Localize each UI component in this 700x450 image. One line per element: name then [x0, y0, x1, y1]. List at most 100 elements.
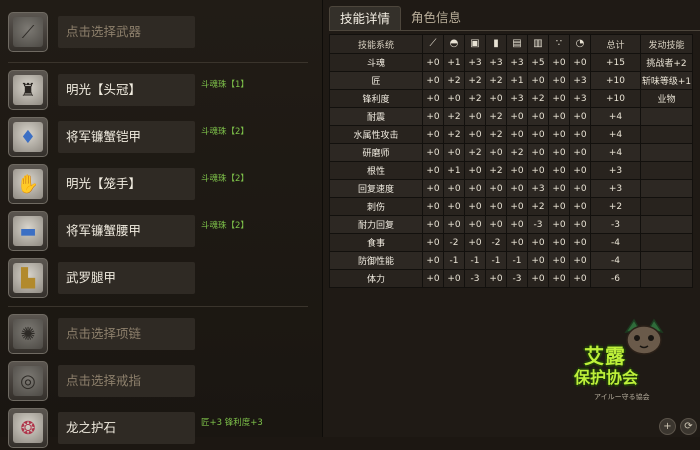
chest-armor-icon[interactable]: ♦	[8, 117, 48, 157]
skill-point-cell: -3	[527, 215, 549, 234]
header-total: 总计	[590, 34, 641, 54]
skill-point-cell: +0	[464, 215, 486, 234]
ring-empty-icon[interactable]: ◎	[8, 361, 48, 401]
skill-point-cell: +0	[464, 161, 486, 180]
waist-slot[interactable]: ▬ 将军镰蟹腰甲 斗魂珠【2】	[8, 211, 318, 253]
waist-armor-icon[interactable]: ▬	[8, 211, 48, 251]
chest-slot-label[interactable]: 将军镰蟹铠甲	[58, 121, 195, 153]
skill-point-cell: +0	[548, 251, 570, 270]
activated-skill-cell	[640, 251, 693, 270]
skill-point-cell: +3	[569, 71, 591, 90]
table-row: 回复速度 +0 +0 +0 +0 +0 +3 +0 +0 +3	[329, 179, 693, 198]
skill-total-cell: +4	[590, 143, 641, 162]
skill-point-cell: +0	[422, 53, 444, 72]
skill-point-cell: +0	[485, 215, 507, 234]
leg-armor-icon[interactable]: ▙	[8, 258, 48, 298]
skill-point-cell: +3	[485, 53, 507, 72]
skill-point-cell: +0	[569, 161, 591, 180]
necklace-empty-icon[interactable]: ✺	[8, 314, 48, 354]
skill-point-cell: +2	[464, 89, 486, 108]
tab-bar: 技能详情 角色信息	[329, 6, 471, 31]
skill-total-cell: -4	[590, 233, 641, 252]
skill-point-cell: -3	[506, 269, 528, 288]
divider	[8, 62, 308, 63]
skill-point-cell: -3	[464, 269, 486, 288]
gauntlet-icon[interactable]: ✋	[8, 164, 48, 204]
skill-point-cell: +0	[485, 179, 507, 198]
logo-subtitle: 保护协会	[574, 368, 639, 387]
waist-slot-label[interactable]: 将军镰蟹腰甲	[58, 215, 195, 247]
skill-point-cell: +0	[548, 179, 570, 198]
skill-point-cell: +0	[506, 125, 528, 144]
skill-point-cell: +0	[422, 269, 444, 288]
skill-point-cell: +0	[527, 161, 549, 180]
activated-skill-cell	[640, 269, 693, 288]
table-row: 匠 +0 +2 +2 +2 +1 +0 +0 +3 +10 斩味等级+1	[329, 71, 693, 90]
legs-icon: ▥	[527, 34, 549, 54]
chest-slot[interactable]: ♦ 将军镰蟹铠甲 斗魂珠【2】	[8, 117, 318, 159]
weapon-slot[interactable]: ⟋ 点击选择武器	[8, 12, 318, 54]
table-row: 体力 +0 +0 -3 +0 -3 +0 +0 +0 -6	[329, 269, 693, 288]
head-slot-label[interactable]: 明光【头冠】	[58, 74, 195, 106]
skill-name-cell: 耐震	[329, 107, 423, 126]
skill-point-cell: +0	[548, 215, 570, 234]
tab-character-info[interactable]: 角色信息	[401, 6, 471, 30]
weapon-slot-label[interactable]: 点击选择武器	[58, 16, 195, 48]
skill-point-cell: +0	[506, 107, 528, 126]
skill-point-cell: +1	[506, 71, 528, 90]
tab-skill-details[interactable]: 技能详情	[329, 6, 402, 31]
table-row: 根性 +0 +1 +0 +2 +0 +0 +0 +0 +3	[329, 161, 693, 180]
necklace-slot[interactable]: ✺ 点击选择项链	[8, 314, 318, 356]
skill-total-cell: +3	[590, 179, 641, 198]
skill-point-cell: -1	[506, 251, 528, 270]
charm-slot[interactable]: ❂ 龙之护石 匠+3 锋利度+3	[8, 408, 318, 450]
skill-point-cell: +0	[527, 233, 549, 252]
skill-point-cell: +0	[422, 197, 444, 216]
skill-name-cell: 根性	[329, 161, 423, 180]
divider	[8, 306, 308, 307]
charm-slot-label[interactable]: 龙之护石	[58, 412, 195, 444]
skill-point-cell: +0	[548, 89, 570, 108]
skill-point-cell: +0	[443, 269, 465, 288]
skill-point-cell: +0	[569, 107, 591, 126]
ring-slot[interactable]: ◎ 点击选择戒指	[8, 361, 318, 403]
skill-name-cell: 匠	[329, 71, 423, 90]
skill-total-cell: +2	[590, 197, 641, 216]
skill-point-cell: +0	[422, 161, 444, 180]
skill-point-cell: +0	[548, 125, 570, 144]
skill-point-cell: +0	[548, 107, 570, 126]
skill-point-cell: +2	[443, 71, 465, 90]
activated-skill-cell	[640, 125, 693, 144]
skill-point-cell: +3	[527, 179, 549, 198]
skill-point-cell: +1	[443, 161, 465, 180]
skill-point-cell: +0	[569, 215, 591, 234]
head-slot[interactable]: ♜ 明光【头冠】 斗魂珠【1】	[8, 70, 318, 112]
skill-total-cell: +4	[590, 107, 641, 126]
legs-slot[interactable]: ▙ 武罗腿甲	[8, 258, 318, 300]
arms-slot[interactable]: ✋ 明光【笼手】 斗魂珠【2】	[8, 164, 318, 206]
add-icon[interactable]: +	[659, 418, 676, 435]
activated-skill-cell	[640, 107, 693, 126]
arms-slot-label[interactable]: 明光【笼手】	[58, 168, 195, 200]
table-row: 防御性能 +0 -1 -1 -1 -1 +0 +0 +0 -4	[329, 251, 693, 270]
skill-point-cell: -2	[443, 233, 465, 252]
necklace-slot-label[interactable]: 点击选择项链	[58, 318, 195, 350]
skill-point-cell: +0	[422, 215, 444, 234]
skill-point-cell: +3	[569, 89, 591, 108]
helmet-icon[interactable]: ♜	[8, 70, 48, 110]
refresh-icon[interactable]: ⟳	[680, 418, 697, 435]
weapon-empty-icon[interactable]: ⟋	[8, 12, 48, 52]
legs-slot-label[interactable]: 武罗腿甲	[58, 262, 195, 294]
skill-total-cell: +10	[590, 71, 641, 90]
skill-point-cell: +0	[506, 197, 528, 216]
ring-slot-label[interactable]: 点击选择戒指	[58, 365, 195, 397]
skill-point-cell: +0	[569, 53, 591, 72]
charm-icon[interactable]: ❂	[8, 408, 48, 448]
activated-skill-cell: 斩味等级+1	[640, 71, 693, 90]
skill-name-cell: 防御性能	[329, 251, 423, 270]
cat-mascot-icon	[624, 318, 664, 355]
skill-total-cell: +4	[590, 125, 641, 144]
skill-point-cell: +1	[443, 53, 465, 72]
head-slot-note: 斗魂珠【1】	[201, 80, 249, 90]
skill-name-cell: 回复速度	[329, 179, 423, 198]
